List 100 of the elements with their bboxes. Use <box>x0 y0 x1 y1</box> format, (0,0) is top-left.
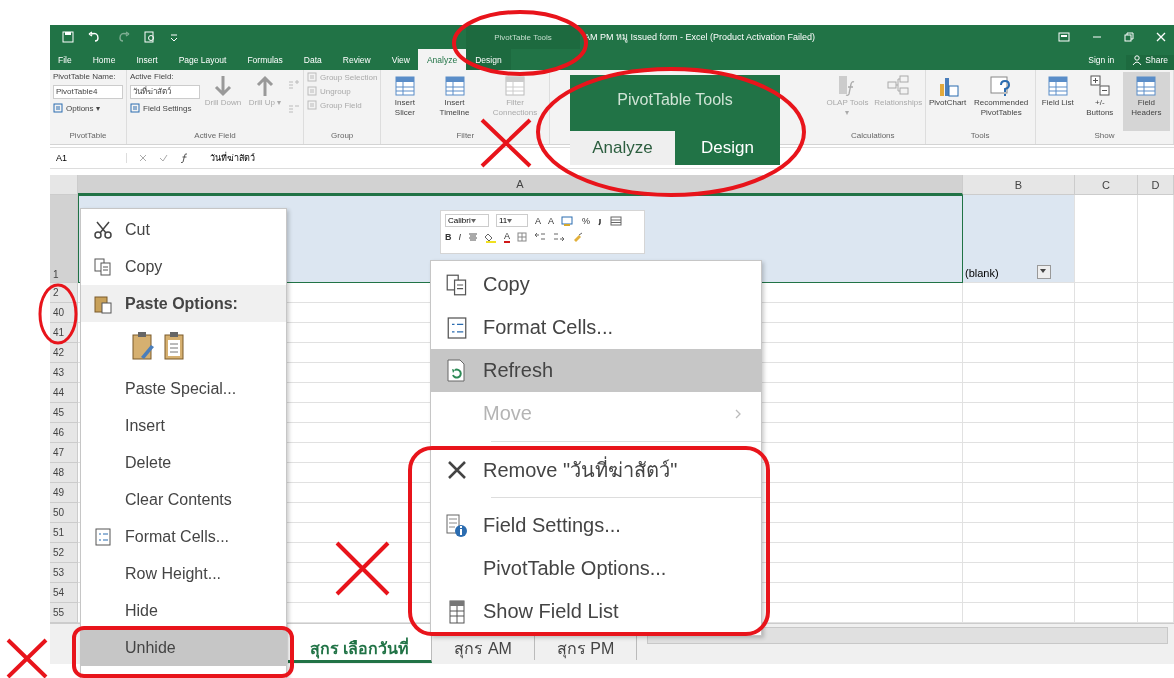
formula-input-field[interactable]: วันที่ฆ่าสัตว์ <box>202 151 255 165</box>
decrease-decimal-icon[interactable] <box>553 232 566 242</box>
menu-item[interactable]: Format Cells... <box>431 306 761 349</box>
ribbon-button[interactable]: +/- Buttons <box>1080 72 1119 131</box>
ribbon-tab[interactable]: Home <box>92 55 116 70</box>
row-header[interactable]: 43 <box>50 363 78 383</box>
font-name-field[interactable]: Calibri <box>445 214 489 227</box>
table-cell <box>1075 283 1138 303</box>
menu-item[interactable]: Remove "วันที่ฆ่าสัตว์" <box>431 448 761 491</box>
expand-field-icon[interactable] <box>288 80 300 90</box>
ribbon-button[interactable]: Insert Slicer <box>384 72 426 131</box>
row-header[interactable]: 47 <box>50 443 78 463</box>
ribbon-button[interactable]: Recommended PivotTables <box>970 72 1032 131</box>
row-header[interactable]: 54 <box>50 583 78 603</box>
row-header[interactable]: 46 <box>50 423 78 443</box>
restore-icon[interactable] <box>1124 32 1134 42</box>
dropdown-caret-icon[interactable] <box>170 31 178 43</box>
table-cell <box>1138 503 1174 523</box>
ribbon-tab[interactable]: Analyze <box>417 49 467 70</box>
row-header[interactable]: 48 <box>50 463 78 483</box>
menu-item[interactable]: Unhide <box>81 629 286 666</box>
undo-icon[interactable] <box>88 31 102 43</box>
column-header[interactable]: C <box>1075 175 1138 195</box>
function-icon[interactable] <box>180 153 190 163</box>
share-button[interactable]: Share <box>1126 55 1174 70</box>
ribbon-button[interactable]: Field List <box>1038 72 1077 131</box>
row-header[interactable]: 53 <box>50 563 78 583</box>
row-header[interactable]: 42 <box>50 343 78 363</box>
sign-in-link[interactable]: Sign in <box>1088 55 1127 70</box>
paste-values-icon[interactable] <box>163 331 185 361</box>
italic-button[interactable]: I <box>458 232 461 242</box>
percent-button[interactable]: % <box>582 215 591 226</box>
table-cell <box>1138 523 1174 543</box>
menu-item[interactable]: Cut <box>81 211 286 248</box>
menu-item[interactable]: Refresh <box>431 349 761 392</box>
menu-item[interactable]: Insert <box>81 407 286 444</box>
close-icon[interactable] <box>1156 32 1166 42</box>
row-header[interactable]: 1 <box>50 195 78 283</box>
enter-check-icon[interactable] <box>159 154 168 162</box>
save-icon[interactable] <box>62 31 74 43</box>
bold-button[interactable]: B <box>445 232 452 242</box>
fill-color-icon[interactable] <box>485 231 497 243</box>
ribbon-display-icon[interactable] <box>1058 32 1070 42</box>
sheet-tab[interactable]: สุกร เลือกวันที่ <box>288 624 433 663</box>
filter-button[interactable] <box>1036 265 1051 279</box>
ribbon-button[interactable]: Insert Timeline <box>429 72 480 131</box>
ribbon-button[interactable]: Field Settings <box>130 103 200 113</box>
ribbon-input-field[interactable]: วันที่ฆ่าสัตว์ <box>130 85 200 99</box>
ribbon-tab[interactable]: Formulas <box>247 55 283 70</box>
ribbon-tab[interactable]: File <box>58 55 72 70</box>
ribbon-tab[interactable]: Analyze <box>570 131 675 165</box>
ribbon-tab[interactable]: Review <box>342 55 371 70</box>
menu-section-header: Paste Options: <box>125 294 239 313</box>
collapse-field-icon[interactable] <box>288 104 300 114</box>
grow-font-button[interactable]: A <box>535 215 541 226</box>
column-header[interactable]: B <box>963 175 1075 195</box>
ribbon-group-label: PivotTable <box>68 131 108 142</box>
menu-item[interactable]: Hide <box>81 592 286 629</box>
row-header[interactable]: 51 <box>50 523 78 543</box>
menu-item[interactable]: Copy <box>81 248 286 285</box>
menu-item[interactable]: Clear Contents <box>81 481 286 518</box>
ribbon-button[interactable]: Options ▾ <box>53 103 123 113</box>
menu-item[interactable]: Copy <box>431 263 761 306</box>
ribbon-tab[interactable]: Page Layout <box>178 55 227 70</box>
number-format-icon[interactable] <box>561 215 576 226</box>
format-cells-icon <box>447 315 467 340</box>
ribbon-button[interactable]: Field Headers <box>1122 72 1170 131</box>
ribbon-input-field[interactable]: PivotTable4 <box>53 85 123 99</box>
slicer-icon <box>392 74 417 98</box>
menu-item[interactable]: Delete <box>81 444 286 481</box>
ribbon-tab[interactable]: Insert <box>136 55 158 70</box>
column-header[interactable]: D <box>1138 175 1174 195</box>
menu-item[interactable]: Format Cells... <box>81 518 286 555</box>
increase-decimal-icon[interactable] <box>534 232 547 242</box>
shrink-font-button[interactable]: A <box>548 215 555 226</box>
font-size-field[interactable]: 11 <box>496 214 528 227</box>
person-icon <box>1132 55 1143 65</box>
name-box[interactable]: A1 <box>50 153 127 163</box>
row-header[interactable]: 55 <box>50 603 78 623</box>
menu-item[interactable]: Paste Special... <box>81 370 286 407</box>
table-icon[interactable] <box>610 215 623 226</box>
menu-item[interactable]: Row Height... <box>81 555 286 592</box>
column-header[interactable]: A <box>78 175 963 195</box>
ribbon-group-label: Tools <box>969 131 991 142</box>
print-preview-icon[interactable] <box>144 31 156 43</box>
font-color-button[interactable]: A <box>504 231 511 243</box>
ribbon-tab[interactable]: Design <box>675 131 780 165</box>
ribbon-tab[interactable]: View <box>391 55 410 70</box>
row-header[interactable]: 45 <box>50 403 78 423</box>
paste-formatting-icon[interactable] <box>131 331 157 361</box>
timeline-icon <box>442 74 467 98</box>
ribbon-group-label: Filter <box>455 131 476 142</box>
row-header[interactable]: 44 <box>50 383 78 403</box>
row-header[interactable]: 52 <box>50 543 78 563</box>
row-header[interactable]: 49 <box>50 483 78 503</box>
menu-item[interactable]: Field Settings... <box>431 504 761 547</box>
ribbon-button[interactable]: PivotChart <box>928 72 967 131</box>
ribbon-tab[interactable]: Data <box>303 55 322 70</box>
row-header[interactable]: 50 <box>50 503 78 523</box>
menu-item[interactable]: PivotTable Options... <box>431 547 761 590</box>
